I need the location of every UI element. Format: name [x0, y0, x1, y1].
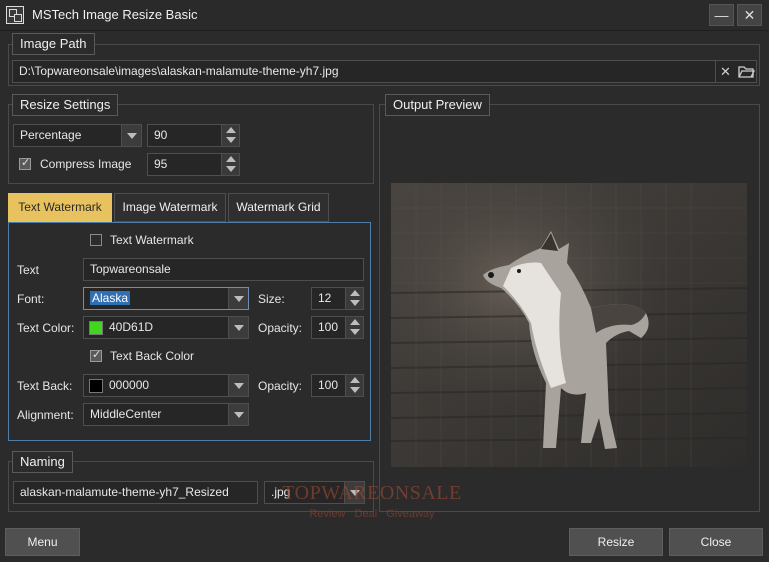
back-opacity-label: Opacity: — [258, 379, 303, 393]
font-select[interactable]: Alaska — [83, 287, 249, 310]
chevron-down-icon — [228, 317, 248, 338]
output-filename-value: alaskan-malamute-theme-yh7_Resized — [20, 485, 229, 499]
chevron-down-icon — [121, 125, 141, 146]
output-preview-legend: Output Preview — [385, 94, 490, 116]
tab-watermark-grid[interactable]: Watermark Grid — [228, 193, 329, 222]
preview-image — [391, 183, 747, 467]
compress-image-label: Compress Image — [40, 157, 132, 171]
text-label: Text — [17, 263, 40, 277]
image-path-value: D:\Topwareonsale\images\alaskan-malamute… — [19, 64, 339, 78]
app-icon — [6, 6, 24, 24]
text-color-value: 40D61D — [109, 320, 154, 334]
font-value: Alaska — [90, 291, 131, 305]
text-back-color-label: Text Back Color — [110, 349, 195, 363]
spin-arrows-icon[interactable] — [221, 125, 239, 146]
text-watermark-enable-label: Text Watermark — [110, 233, 194, 247]
close-icon: ✕ — [743, 7, 756, 23]
spin-arrows-icon[interactable] — [345, 317, 363, 338]
resize-mode-value: Percentage — [20, 128, 82, 142]
compress-image-checkbox[interactable] — [19, 156, 31, 170]
image-path-legend: Image Path — [12, 33, 95, 55]
size-stepper[interactable]: 12 — [311, 287, 364, 310]
chevron-down-icon — [228, 375, 248, 396]
chevron-down-icon — [228, 288, 248, 309]
size-value: 12 — [318, 291, 332, 305]
text-color-select[interactable]: 40D61D — [83, 316, 249, 339]
text-watermark-enable-checkbox[interactable] — [90, 234, 102, 246]
window-title: MSTech Image Resize Basic — [32, 7, 198, 22]
spin-arrows-icon[interactable] — [345, 288, 363, 309]
back-opacity-stepper[interactable]: 100 — [311, 374, 364, 397]
tab-image-watermark[interactable]: Image Watermark — [114, 193, 226, 222]
watermark-text-input[interactable]: Topwareonsale — [83, 258, 364, 281]
output-filename-input[interactable]: alaskan-malamute-theme-yh7_Resized — [13, 481, 258, 504]
size-label: Size: — [258, 292, 285, 306]
text-back-color-checkbox[interactable] — [90, 348, 102, 362]
site-watermark-logo: TOPWAREONSALE — [282, 482, 462, 504]
quality-value: 95 — [154, 157, 168, 171]
back-opacity-value: 100 — [318, 378, 339, 392]
percent-value: 90 — [154, 128, 168, 142]
chevron-down-icon — [228, 404, 248, 425]
tab-text-watermark[interactable]: Text Watermark — [8, 193, 112, 222]
open-folder-icon[interactable] — [736, 61, 756, 82]
close-window-button[interactable]: ✕ — [737, 4, 762, 26]
resize-button[interactable]: Resize — [569, 528, 663, 556]
minimize-icon: — — [714, 7, 729, 23]
text-back-label: Text Back: — [17, 379, 73, 393]
minimize-button[interactable]: — — [709, 4, 734, 26]
opacity-value: 100 — [318, 320, 339, 334]
site-watermark-tagline: Review Deal Giveaway — [309, 508, 435, 520]
image-path-input[interactable]: D:\Topwareonsale\images\alaskan-malamute… — [12, 60, 757, 83]
watermark-text-value: Topwareonsale — [90, 262, 171, 276]
resize-settings-legend: Resize Settings — [12, 94, 119, 116]
quality-stepper[interactable]: 95 — [147, 153, 240, 176]
clear-path-icon[interactable]: ✕ — [715, 61, 735, 82]
menu-button[interactable]: Menu — [5, 528, 80, 556]
text-back-swatch — [89, 379, 103, 393]
percent-stepper[interactable]: 90 — [147, 124, 240, 147]
alignment-select[interactable]: MiddleCenter — [83, 403, 249, 426]
opacity-stepper[interactable]: 100 — [311, 316, 364, 339]
alignment-label: Alignment: — [17, 408, 74, 422]
font-label: Font: — [17, 292, 45, 306]
spin-arrows-icon[interactable] — [345, 375, 363, 396]
text-back-value: 000000 — [109, 378, 150, 392]
opacity-label: Opacity: — [258, 321, 303, 335]
text-color-swatch — [89, 321, 103, 335]
resize-mode-select[interactable]: Percentage — [13, 124, 142, 147]
close-button[interactable]: Close — [669, 528, 763, 556]
spin-arrows-icon[interactable] — [221, 154, 239, 175]
text-back-select[interactable]: 000000 — [83, 374, 249, 397]
text-color-label: Text Color: — [17, 321, 75, 335]
alignment-value: MiddleCenter — [90, 407, 162, 421]
naming-legend: Naming — [12, 451, 73, 473]
